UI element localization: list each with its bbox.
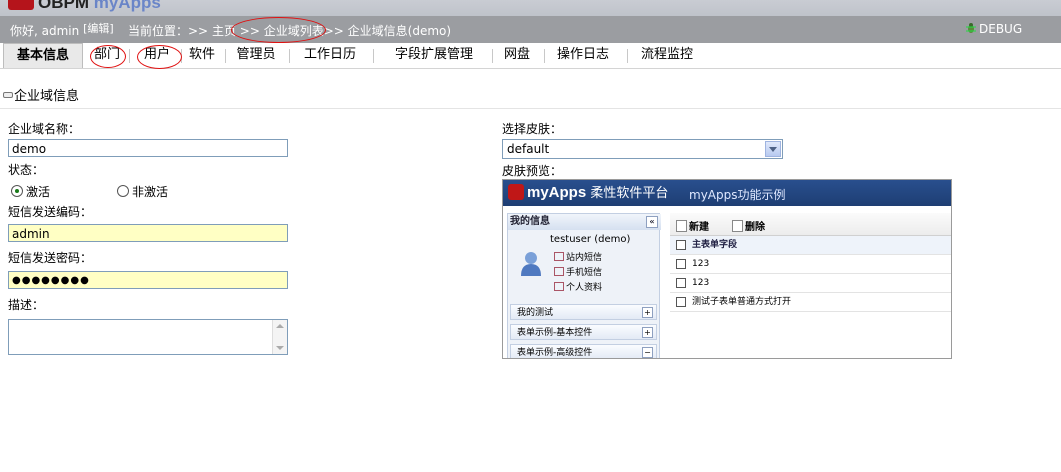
checkbox-icon bbox=[676, 297, 686, 307]
annotation-ellipse bbox=[137, 45, 182, 69]
edit-profile-link[interactable]: [编辑] bbox=[83, 22, 114, 35]
radio-empty-icon bbox=[117, 185, 129, 197]
collapse-icon bbox=[3, 92, 13, 98]
skin-select[interactable]: default bbox=[502, 139, 783, 159]
tab-admins[interactable]: 管理员 bbox=[232, 43, 280, 67]
tab-netdisk[interactable]: 网盘 bbox=[500, 43, 534, 67]
tab-operation-log[interactable]: 操作日志 bbox=[552, 43, 614, 67]
skin-preview-label: 皮肤预览： bbox=[502, 164, 563, 178]
profile-icon bbox=[554, 282, 564, 291]
preview-menu-item: 表单示例-高级控件 − bbox=[510, 344, 657, 358]
sms-code-input[interactable]: admin bbox=[8, 224, 288, 242]
expand-icon: + bbox=[642, 307, 653, 318]
preview-my-info: 我的信息 « bbox=[508, 214, 661, 230]
preview-header: myApps 柔性软件平台 myApps功能示例 bbox=[503, 180, 951, 206]
tab-field-extension[interactable]: 字段扩展管理 bbox=[388, 43, 480, 67]
section-title: 企业域信息 bbox=[14, 89, 80, 104]
description-textarea[interactable] bbox=[8, 319, 288, 355]
skin-preview-image: myApps 柔性软件平台 myApps功能示例 我的信息 « testuser … bbox=[502, 179, 952, 359]
skin-label: 选择皮肤： bbox=[502, 122, 563, 136]
preview-app-title: myApps 柔性软件平台 bbox=[527, 184, 669, 201]
radio-selected-icon bbox=[11, 185, 23, 197]
tab-separator bbox=[492, 49, 493, 63]
status-active-radio[interactable]: 激活 bbox=[11, 183, 50, 200]
sms-code-label: 短信发送编码： bbox=[8, 205, 93, 219]
user-greeting: 你好, admin [编辑] bbox=[10, 22, 114, 39]
domain-name-label: 企业域名称： bbox=[8, 122, 81, 136]
collapse-icon: « bbox=[646, 216, 658, 228]
preview-table-row: 123 bbox=[670, 255, 951, 274]
preview-link-profile: 个人资料 bbox=[554, 280, 602, 293]
tab-separator bbox=[225, 49, 226, 63]
greeting-text: 你好, admin bbox=[10, 24, 80, 38]
breadcrumb-separator: >> bbox=[323, 24, 348, 38]
preview-table-row: 测试子表单普通方式打开 bbox=[670, 293, 951, 312]
chevron-down-icon[interactable] bbox=[765, 141, 781, 157]
tab-separator bbox=[544, 49, 545, 63]
status-inactive-radio[interactable]: 非激活 bbox=[117, 183, 168, 200]
preview-content: 新建 删除 主表单字段 123 123 测试子表单普通方式打开 bbox=[670, 213, 951, 358]
annotation-ellipse bbox=[231, 17, 326, 43]
skin-select-value: default bbox=[507, 142, 550, 156]
preview-link-sms: 手机短信 bbox=[554, 265, 602, 278]
tab-basic-info[interactable]: 基本信息 bbox=[3, 43, 83, 68]
checkbox-icon bbox=[676, 259, 686, 269]
app-logo bbox=[8, 0, 34, 10]
tab-separator bbox=[373, 49, 374, 63]
preview-user: testuser (demo) bbox=[550, 234, 631, 245]
checkbox-icon bbox=[676, 278, 686, 288]
expand-icon: + bbox=[642, 327, 653, 338]
sms-password-input[interactable]: ●●●●●●●● bbox=[8, 271, 288, 289]
preview-menu-item: 表单示例-基本控件 + bbox=[510, 324, 657, 340]
preview-link-message: 站内短信 bbox=[554, 250, 602, 263]
status-bar: 你好, admin [编辑] 当前位置：>> 主页 >> 企业域列表>> 企业域… bbox=[0, 16, 1061, 43]
preview-table-header: 主表单字段 bbox=[670, 236, 951, 255]
tab-software[interactable]: 软件 bbox=[185, 43, 219, 67]
bug-icon bbox=[966, 23, 976, 33]
scrollbar[interactable] bbox=[272, 320, 287, 354]
phone-icon bbox=[554, 267, 564, 276]
tab-separator bbox=[627, 49, 628, 63]
brand-title: OBPM myApps bbox=[38, 0, 161, 12]
breadcrumb-current: 企业域信息(demo) bbox=[347, 24, 452, 38]
breadcrumb-prefix: 当前位置：>> bbox=[128, 24, 212, 38]
sms-password-label: 短信发送密码： bbox=[8, 251, 93, 265]
tab-work-calendar[interactable]: 工作日历 bbox=[298, 43, 362, 67]
annotation-ellipse bbox=[90, 45, 126, 68]
divider bbox=[0, 108, 1061, 109]
avatar-icon bbox=[521, 252, 541, 276]
tab-process-monitor[interactable]: 流程监控 bbox=[636, 43, 698, 67]
new-icon bbox=[676, 220, 687, 232]
preview-menu-item: 我的测试 + bbox=[510, 304, 657, 320]
description-label: 描述： bbox=[8, 298, 45, 312]
section-header[interactable]: 企业域信息 bbox=[3, 85, 79, 104]
preview-sidebar: 我的信息 « testuser (demo) 站内短信 手机短信 个人资料 我的测… bbox=[507, 213, 661, 358]
scroll-up-icon bbox=[276, 324, 284, 328]
preview-toolbar: 新建 删除 bbox=[670, 213, 951, 236]
trash-icon bbox=[732, 220, 743, 232]
scroll-down-icon bbox=[276, 346, 284, 350]
preview-new-button: 新建 bbox=[676, 218, 709, 233]
preview-table-row: 123 bbox=[670, 274, 951, 293]
preview-logo bbox=[508, 184, 524, 200]
collapse-icon: − bbox=[642, 347, 653, 358]
tab-separator bbox=[129, 49, 130, 63]
brand-header: OBPM myApps bbox=[0, 0, 1061, 16]
preview-subtitle: myApps功能示例 bbox=[689, 188, 786, 202]
checkbox-icon bbox=[676, 240, 686, 250]
debug-link[interactable]: DEBUG bbox=[965, 22, 1022, 36]
status-label: 状态： bbox=[8, 163, 45, 177]
preview-delete-button: 删除 bbox=[732, 218, 765, 233]
mail-icon bbox=[554, 252, 564, 261]
tab-separator bbox=[289, 49, 290, 63]
domain-name-input[interactable]: demo bbox=[8, 139, 288, 157]
